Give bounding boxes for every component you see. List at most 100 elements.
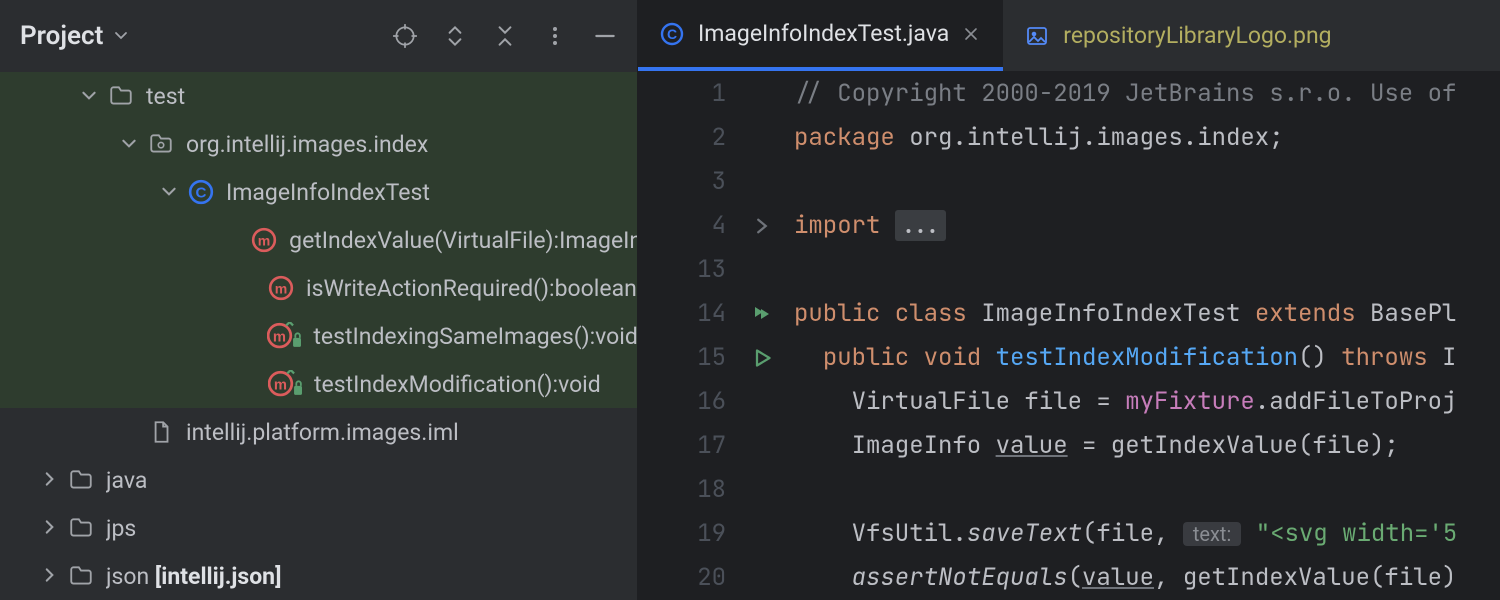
run-class-icon[interactable] <box>744 292 780 336</box>
line-number: 3 <box>638 160 726 204</box>
chevron-down-icon[interactable] <box>80 83 108 110</box>
line-number-gutter: 12341314151617181920 <box>638 72 744 600</box>
class-icon: C <box>660 22 684 46</box>
code-line[interactable]: // Copyright 2000-2019 JetBrains s.r.o. … <box>794 72 1500 116</box>
token-id <box>794 562 852 593</box>
tree-row[interactable]: m isWriteActionRequired():boolean <box>0 264 637 312</box>
tab-label: repositoryLibraryLogo.png <box>1063 22 1331 49</box>
tree-item-label: ImageInfoIndexTest <box>226 179 430 206</box>
code-line[interactable]: public void testIndexModification() thro… <box>794 336 1500 380</box>
code-line[interactable]: package org.intellij.images.index; <box>794 116 1500 160</box>
tree-row[interactable]: jps <box>0 504 637 552</box>
editor-tabbar: CImageInfoIndexTest.java repositoryLibrar… <box>638 0 1500 72</box>
token-op: () <box>1298 342 1341 373</box>
sidebar-header: Project <box>0 0 637 72</box>
chevron-right-icon[interactable] <box>40 515 68 542</box>
token-id: org.intellij.images.index <box>909 122 1269 153</box>
code-line[interactable]: public class ImageInfoIndexTest extends … <box>794 292 1500 336</box>
close-icon[interactable] <box>963 26 979 42</box>
tree-item-label: intellij.platform.images.iml <box>186 419 459 446</box>
tree-row[interactable]: intellij.platform.images.iml <box>0 408 637 456</box>
token-id: ImageInfo <box>794 430 996 461</box>
editor-tab[interactable]: repositoryLibraryLogo.png <box>1003 0 1355 71</box>
image-icon <box>1025 24 1049 48</box>
line-number: 14 <box>638 292 726 336</box>
code-line[interactable]: ImageInfo value = getIndexValue(file); <box>794 424 1500 468</box>
gutter-spacer <box>744 380 780 424</box>
chevron-down-icon[interactable] <box>160 179 188 206</box>
tree-row[interactable]: test <box>0 72 637 120</box>
code-line[interactable]: import ... <box>794 204 1500 248</box>
method-icon: m <box>268 275 294 301</box>
chevron-right-icon[interactable] <box>40 467 68 494</box>
tree-row[interactable]: json [intellij.json] <box>0 552 637 600</box>
spacer-icon <box>223 227 251 254</box>
token-id: VirtualFile file = <box>794 386 1125 417</box>
token-fold: ... <box>895 210 946 241</box>
tree-item-label: java <box>106 467 147 494</box>
token-cls: I <box>1442 342 1456 373</box>
token-id: , getIndexValue(file) <box>1154 562 1456 593</box>
token-id: = getIndexValue(file); <box>1068 430 1399 461</box>
folder-test-icon <box>148 131 174 157</box>
token-fnI: assertNotEquals <box>852 562 1068 593</box>
tree-row[interactable]: org.intellij.images.index <box>0 120 637 168</box>
code-line[interactable] <box>794 160 1500 204</box>
fold-icon[interactable] <box>744 204 780 248</box>
more-icon[interactable] <box>533 14 577 58</box>
collapse-icon[interactable] <box>483 14 527 58</box>
svg-text:C: C <box>667 26 677 42</box>
tree-row[interactable]: C ImageInfoIndexTest <box>0 168 637 216</box>
svg-text:m: m <box>258 232 271 248</box>
chevron-down-icon[interactable] <box>113 24 129 49</box>
token-cls: ImageInfoIndexTest <box>981 298 1255 329</box>
code-line[interactable]: assertNotEquals(value, getIndexValue(fil… <box>794 556 1500 600</box>
folder-icon <box>68 515 94 541</box>
token-cls: BasePl <box>1370 298 1456 329</box>
code-line[interactable] <box>794 248 1500 292</box>
method-lock-icon: m <box>267 323 301 349</box>
gutter-spacer <box>744 512 780 556</box>
project-tree[interactable]: test org.intellij.images.index C ImageInfoI… <box>0 72 637 600</box>
token-op: ; <box>1269 122 1283 153</box>
token-fn: testIndexModification <box>996 342 1298 373</box>
token-fnI: saveText <box>967 518 1082 549</box>
code-area[interactable]: // Copyright 2000-2019 JetBrains s.r.o. … <box>780 72 1500 600</box>
tree-item-label: jps <box>106 515 136 542</box>
line-number: 16 <box>638 380 726 424</box>
target-icon[interactable] <box>383 14 427 58</box>
expand-icon[interactable] <box>433 14 477 58</box>
tree-item-label: json [intellij.json] <box>106 563 281 590</box>
chevron-right-icon[interactable] <box>40 563 68 590</box>
token-cm: // Copyright 2000-2019 JetBrains s.r.o. … <box>794 78 1456 109</box>
token-id: VfsUtil. <box>794 518 967 549</box>
token-und: value <box>996 430 1068 461</box>
tree-row[interactable]: mtestIndexModification():void <box>0 360 637 408</box>
method-lock-icon: m <box>268 371 302 397</box>
code-line[interactable]: VfsUtil.saveText(file, text: "<svg width… <box>794 512 1500 556</box>
gutter-spacer <box>744 556 780 600</box>
minimize-icon[interactable] <box>583 14 627 58</box>
line-number: 18 <box>638 468 726 512</box>
editor-pane: CImageInfoIndexTest.java repositoryLibrar… <box>638 0 1500 600</box>
tree-row[interactable]: m testIndexingSameImages():void <box>0 312 637 360</box>
line-number: 13 <box>638 248 726 292</box>
tree-item-label: testIndexingSameImages():void <box>313 323 637 350</box>
class-icon: C <box>188 179 214 205</box>
chevron-down-icon[interactable] <box>120 131 148 158</box>
token-kw: throws <box>1341 342 1442 373</box>
tree-item-suffix: [intellij.json] <box>149 563 281 590</box>
tree-row[interactable]: java <box>0 456 637 504</box>
sidebar-title[interactable]: Project <box>20 21 103 51</box>
code-line[interactable]: VirtualFile file = myFixture.addFileToPr… <box>794 380 1500 424</box>
tree-item-label: test <box>146 83 185 110</box>
token-kw: public void <box>823 342 996 373</box>
tree-item-label: isWriteActionRequired():boolean <box>306 275 637 302</box>
run-test-icon[interactable] <box>744 336 780 380</box>
editor-tab[interactable]: CImageInfoIndexTest.java <box>638 0 1003 71</box>
line-number: 15 <box>638 336 726 380</box>
token-fld: myFixture <box>1125 386 1255 417</box>
line-number: 2 <box>638 116 726 160</box>
code-line[interactable] <box>794 468 1500 512</box>
tree-row[interactable]: mgetIndexValue(VirtualFile):ImageInfo <box>0 216 637 264</box>
